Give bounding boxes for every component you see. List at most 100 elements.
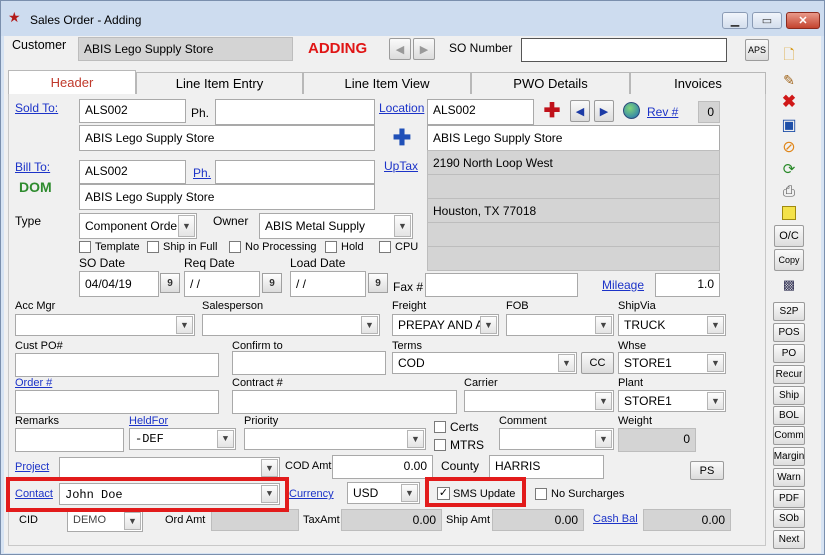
load-date-field[interactable]: / / bbox=[290, 271, 366, 297]
sold-to-name-field[interactable]: ABIS Lego Supply Store bbox=[79, 125, 375, 151]
copy-button[interactable]: Copy bbox=[774, 249, 804, 271]
cust-po-field[interactable] bbox=[15, 353, 219, 377]
terms-dropdown[interactable]: COD ▼ bbox=[392, 352, 577, 374]
pos-button[interactable]: POS bbox=[773, 323, 805, 342]
tab-header[interactable]: Header bbox=[8, 70, 136, 94]
cc-button[interactable]: CC bbox=[581, 352, 614, 374]
shipvia-dropdown[interactable]: TRUCK ▼ bbox=[618, 314, 726, 336]
heldfor-link[interactable]: HeldFor bbox=[129, 415, 168, 427]
print-icon[interactable]: ⎙ bbox=[777, 180, 801, 202]
bol-button[interactable]: BOL bbox=[773, 406, 805, 425]
hold-checkbox[interactable] bbox=[325, 241, 337, 253]
aps-button[interactable]: APS bbox=[745, 39, 769, 61]
carrier-dropdown[interactable]: ▼ bbox=[464, 390, 614, 412]
edit-icon[interactable]: ✎ bbox=[777, 69, 801, 91]
mileage-link[interactable]: Mileage bbox=[602, 278, 644, 292]
save-icon[interactable]: ▣ bbox=[777, 114, 801, 136]
po-button[interactable]: PO bbox=[773, 344, 805, 363]
minimize-button[interactable]: ▁ bbox=[722, 12, 748, 29]
no-processing-checkbox[interactable] bbox=[229, 241, 241, 253]
freight-dropdown[interactable]: PREPAY AND AD ▼ bbox=[392, 314, 499, 336]
location-line-4[interactable]: Houston, TX 77018 bbox=[427, 198, 720, 223]
currency-link[interactable]: Currency bbox=[289, 488, 334, 500]
sold-to-phone-field[interactable] bbox=[215, 99, 375, 125]
project-dropdown[interactable]: ▼ bbox=[59, 457, 280, 479]
so-date-calendar-button[interactable]: 9 bbox=[160, 273, 180, 293]
owner-dropdown[interactable]: ABIS Metal Supply ▼ bbox=[259, 213, 413, 239]
so-number-field[interactable] bbox=[521, 38, 727, 62]
ship-button[interactable]: Ship bbox=[773, 386, 805, 405]
prev-record-button[interactable]: ◀ bbox=[389, 38, 411, 60]
add-location-icon[interactable]: ✚ bbox=[542, 101, 562, 121]
tab-line-item-entry[interactable]: Line Item Entry bbox=[136, 72, 303, 94]
fax-field[interactable] bbox=[425, 273, 578, 297]
certs-checkbox[interactable] bbox=[434, 421, 446, 433]
template-checkbox[interactable] bbox=[79, 241, 91, 253]
sob-button[interactable]: SOb bbox=[773, 509, 805, 528]
location-line-6[interactable] bbox=[427, 246, 720, 271]
location-line-5[interactable] bbox=[427, 222, 720, 247]
comm-button[interactable]: Comm bbox=[773, 426, 805, 445]
rev-number-link[interactable]: Rev # bbox=[647, 105, 678, 119]
bill-to-phone-field[interactable] bbox=[215, 160, 375, 184]
req-date-calendar-button[interactable]: 9 bbox=[262, 273, 282, 293]
margin-button[interactable]: Margin bbox=[773, 447, 805, 466]
bill-to-name-field[interactable]: ABIS Lego Supply Store bbox=[79, 184, 375, 210]
bill-to-link[interactable]: Bill To: bbox=[15, 160, 50, 174]
mileage-field[interactable]: 1.0 bbox=[655, 273, 720, 297]
bill-to-phone-link[interactable]: Ph. bbox=[193, 166, 211, 180]
next-button[interactable]: Next bbox=[773, 530, 805, 549]
pdf-button[interactable]: PDF bbox=[773, 489, 805, 508]
ship-full-checkbox[interactable] bbox=[147, 241, 159, 253]
ps-button[interactable]: PS bbox=[690, 461, 724, 480]
uptax-link[interactable]: UpTax bbox=[384, 159, 418, 173]
location-line-2[interactable]: 2190 North Loop West bbox=[427, 150, 720, 175]
heldfor-dropdown[interactable]: -DEF ▼ bbox=[129, 428, 236, 450]
comment-dropdown[interactable]: ▼ bbox=[499, 428, 614, 450]
confirm-to-field[interactable] bbox=[232, 351, 386, 375]
note-icon[interactable] bbox=[777, 202, 801, 224]
globe-icon[interactable] bbox=[623, 102, 640, 119]
oc-button[interactable]: O/C bbox=[774, 225, 804, 247]
location-code-field[interactable]: ALS002 bbox=[427, 99, 534, 125]
sold-to-link[interactable]: Sold To: bbox=[15, 101, 58, 115]
maximize-button[interactable]: ▭ bbox=[752, 12, 782, 29]
plant-dropdown[interactable]: STORE1 ▼ bbox=[618, 390, 726, 412]
image-icon[interactable]: ▩ bbox=[777, 274, 801, 296]
salesperson-dropdown[interactable]: ▼ bbox=[202, 314, 380, 336]
county-field[interactable]: HARRIS bbox=[489, 455, 604, 479]
cancel-icon[interactable]: ⊘ bbox=[777, 136, 801, 158]
new-document-icon[interactable]: 🗋 bbox=[777, 45, 801, 67]
cid-dropdown[interactable]: DEMO ▼ bbox=[67, 510, 143, 532]
cpu-checkbox[interactable] bbox=[379, 241, 391, 253]
load-date-calendar-button[interactable]: 9 bbox=[368, 273, 388, 293]
req-date-field[interactable]: / / bbox=[184, 271, 260, 297]
location-prev-button[interactable]: ◀ bbox=[570, 100, 590, 122]
tab-invoices[interactable]: Invoices bbox=[630, 72, 766, 94]
bill-to-code-field[interactable]: ALS002 bbox=[79, 160, 186, 184]
warn-button[interactable]: Warn bbox=[773, 468, 805, 487]
location-line-1[interactable]: ABIS Lego Supply Store bbox=[427, 125, 720, 151]
location-line-3[interactable] bbox=[427, 174, 720, 199]
currency-dropdown[interactable]: USD ▼ bbox=[347, 482, 420, 504]
cod-amt-field[interactable]: 0.00 bbox=[332, 455, 433, 479]
next-record-button[interactable]: ▶ bbox=[413, 38, 435, 60]
no-surcharges-checkbox[interactable] bbox=[535, 488, 547, 500]
project-link[interactable]: Project bbox=[15, 461, 49, 473]
tab-line-item-view[interactable]: Line Item View bbox=[303, 72, 471, 94]
contract-field[interactable] bbox=[232, 390, 457, 414]
location-next-button[interactable]: ▶ bbox=[594, 100, 614, 122]
location-link[interactable]: Location bbox=[379, 101, 424, 115]
priority-dropdown[interactable]: ▼ bbox=[244, 428, 426, 450]
delete-icon[interactable]: ✖ bbox=[777, 91, 801, 113]
mtrs-checkbox[interactable] bbox=[434, 439, 446, 451]
acc-mgr-dropdown[interactable]: ▼ bbox=[15, 314, 195, 336]
close-button[interactable]: ✕ bbox=[786, 12, 820, 29]
s2p-button[interactable]: S2P bbox=[773, 302, 805, 321]
so-date-field[interactable]: 04/04/19 bbox=[79, 271, 159, 297]
add-bill-to-icon[interactable]: ✚ bbox=[391, 127, 413, 149]
cash-bal-link[interactable]: Cash Bal bbox=[593, 513, 638, 525]
type-dropdown[interactable]: Component Orde ▼ bbox=[79, 213, 197, 239]
remarks-field[interactable] bbox=[15, 428, 124, 452]
order-number-link[interactable]: Order # bbox=[15, 377, 52, 389]
